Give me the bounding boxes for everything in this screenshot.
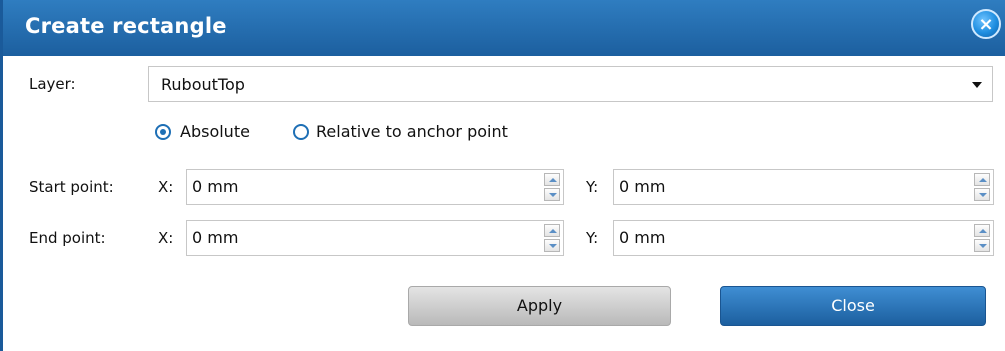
start-x-label: X: bbox=[158, 178, 174, 196]
absolute-radio[interactable] bbox=[155, 124, 171, 140]
start-y-input[interactable]: 0 mm bbox=[613, 169, 994, 205]
decrement-icon[interactable] bbox=[544, 239, 560, 252]
create-rectangle-dialog: Create rectangle × Layer: RuboutTop Abso… bbox=[0, 0, 1005, 351]
end-x-stepper[interactable] bbox=[544, 224, 560, 252]
decrement-icon[interactable] bbox=[974, 239, 990, 252]
increment-icon[interactable] bbox=[544, 173, 560, 186]
start-y-value[interactable]: 0 mm bbox=[619, 177, 665, 196]
end-y-stepper[interactable] bbox=[974, 224, 990, 252]
start-point-label: Start point: bbox=[29, 178, 114, 196]
start-x-value[interactable]: 0 mm bbox=[192, 177, 238, 196]
decrement-icon[interactable] bbox=[974, 188, 990, 201]
apply-button[interactable]: Apply bbox=[408, 286, 671, 326]
close-button[interactable]: Close bbox=[720, 286, 986, 326]
layer-value: RuboutTop bbox=[161, 75, 245, 94]
end-x-value[interactable]: 0 mm bbox=[192, 228, 238, 247]
relative-radio[interactable] bbox=[293, 124, 309, 140]
increment-icon[interactable] bbox=[974, 173, 990, 186]
start-y-label: Y: bbox=[586, 178, 599, 196]
end-x-label: X: bbox=[158, 229, 174, 247]
decrement-icon[interactable] bbox=[544, 188, 560, 201]
end-x-input[interactable]: 0 mm bbox=[186, 220, 564, 256]
start-x-input[interactable]: 0 mm bbox=[186, 169, 564, 205]
increment-icon[interactable] bbox=[974, 224, 990, 237]
close-icon[interactable]: × bbox=[971, 9, 1001, 39]
absolute-radio-label[interactable]: Absolute bbox=[180, 122, 250, 141]
end-y-value[interactable]: 0 mm bbox=[619, 228, 665, 247]
end-y-input[interactable]: 0 mm bbox=[613, 220, 994, 256]
layer-select[interactable]: RuboutTop bbox=[148, 66, 993, 102]
chevron-down-icon[interactable] bbox=[972, 82, 982, 88]
layer-label: Layer: bbox=[29, 75, 76, 93]
start-x-stepper[interactable] bbox=[544, 173, 560, 201]
end-y-label: Y: bbox=[586, 229, 599, 247]
title-bar: Create rectangle × bbox=[3, 0, 1005, 56]
relative-radio-label[interactable]: Relative to anchor point bbox=[316, 122, 508, 141]
end-point-label: End point: bbox=[29, 229, 106, 247]
start-y-stepper[interactable] bbox=[974, 173, 990, 201]
increment-icon[interactable] bbox=[544, 224, 560, 237]
dialog-title: Create rectangle bbox=[25, 14, 227, 38]
